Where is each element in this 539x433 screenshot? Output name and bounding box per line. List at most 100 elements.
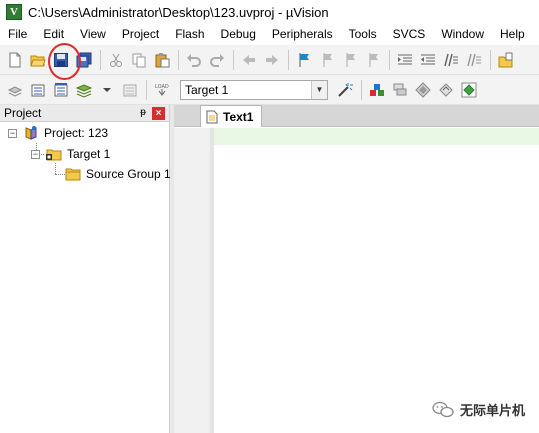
menu-file[interactable]: File — [0, 24, 35, 45]
indent-button[interactable] — [394, 49, 416, 71]
unindent-icon — [421, 54, 435, 64]
stop-build-button[interactable] — [119, 79, 141, 101]
translate-icon — [7, 85, 23, 97]
project-panel: Project ᵽ × − Project: 123 − Target 1 So… — [0, 105, 171, 433]
clear-bookmarks-button[interactable] — [362, 49, 384, 71]
arrow-left-icon — [243, 54, 255, 65]
new-file-button[interactable] — [4, 49, 26, 71]
menu-tools[interactable]: Tools — [341, 24, 385, 45]
comment-button[interactable] — [440, 49, 462, 71]
menu-peripherals[interactable]: Peripherals — [264, 24, 341, 45]
unindent-button[interactable] — [417, 49, 439, 71]
collapse-toggle[interactable]: − — [8, 128, 17, 138]
build-toolbar: LOAD Target 1 ▼ — [0, 75, 539, 105]
undo-button[interactable] — [183, 49, 205, 71]
uncomment-button[interactable] — [463, 49, 485, 71]
toolbar-separator — [233, 49, 234, 70]
target-folder-icon — [45, 146, 63, 162]
pin-icon[interactable]: ᵽ — [137, 107, 149, 119]
wechat-icon — [432, 401, 454, 417]
chevron-down-icon[interactable]: ▼ — [311, 80, 327, 99]
prev-bookmark-button[interactable] — [316, 49, 338, 71]
tab-label: Text1 — [223, 109, 254, 124]
open-file-button[interactable] — [27, 49, 49, 71]
redo-button[interactable] — [206, 49, 228, 71]
build-button[interactable] — [27, 79, 49, 101]
insert-bookmark-button[interactable] — [293, 49, 315, 71]
editor-area: Text1 — [174, 105, 539, 433]
panel-title: Project — [4, 106, 42, 120]
fold-margin — [210, 128, 214, 433]
toolbar-separator — [288, 49, 289, 70]
copy-button[interactable] — [128, 49, 150, 71]
toolbar-separator — [146, 79, 147, 100]
manage-components-button[interactable] — [366, 79, 388, 101]
editor-tab-strip: Text1 — [174, 105, 539, 127]
title-bar: V C:\Users\Administrator\Desktop\123.uvp… — [0, 0, 539, 24]
tree-item-target[interactable]: − Target 1 — [31, 145, 110, 163]
components-icon — [370, 83, 384, 96]
annotation-circle — [48, 43, 81, 80]
tab-text1[interactable]: Text1 — [200, 105, 262, 127]
find-in-files-button[interactable] — [495, 49, 517, 71]
uvision-app-icon[interactable]: V — [6, 4, 22, 20]
rte-button[interactable] — [458, 79, 480, 101]
menu-window[interactable]: Window — [433, 24, 492, 45]
line-number-gutter — [174, 128, 210, 433]
toolbar-separator — [100, 49, 101, 70]
batch-build-dropdown[interactable] — [96, 79, 118, 101]
nav-forward-button[interactable] — [261, 49, 283, 71]
menu-svcs[interactable]: SVCS — [385, 24, 434, 45]
file-extensions-button[interactable] — [389, 79, 411, 101]
toolbar-separator — [389, 49, 390, 70]
paste-icon — [155, 52, 170, 67]
find-in-files-icon — [498, 52, 513, 67]
menu-edit[interactable]: Edit — [35, 24, 72, 45]
collapse-toggle[interactable]: − — [31, 149, 40, 159]
green-diamond-icon — [461, 82, 477, 97]
stop-build-icon — [123, 84, 137, 96]
current-line-highlight[interactable] — [214, 128, 539, 145]
bookmark-clear-icon — [369, 52, 378, 67]
toolbar-separator — [178, 49, 179, 70]
undo-icon — [187, 53, 201, 67]
nav-back-button[interactable] — [238, 49, 260, 71]
rebuild-button[interactable] — [50, 79, 72, 101]
paste-button[interactable] — [151, 49, 173, 71]
bookmark-flag-icon — [299, 52, 309, 67]
next-bookmark-button[interactable] — [339, 49, 361, 71]
target-select[interactable]: Target 1 ▼ — [180, 79, 328, 100]
folder-icon — [64, 166, 82, 182]
target-select-value: Target 1 — [185, 82, 229, 97]
toolbar-separator — [490, 49, 491, 70]
close-panel-button[interactable]: × — [152, 107, 165, 120]
redo-icon — [210, 53, 224, 67]
menu-flash[interactable]: Flash — [167, 24, 212, 45]
tree-line — [55, 163, 56, 174]
tree-item-project[interactable]: − Project: 123 — [8, 124, 108, 142]
translate-button[interactable] — [4, 79, 26, 101]
build-icon — [31, 84, 45, 96]
chevron-down-icon — [103, 87, 111, 92]
tree-item-source-group[interactable]: Source Group 1 — [64, 165, 171, 183]
rebuild-icon — [54, 82, 68, 96]
pack-diamond-icon — [415, 81, 431, 98]
pack-installer-button[interactable] — [435, 79, 457, 101]
watermark: 无际单片机 — [432, 400, 525, 419]
source-group-label: Source Group 1 — [86, 167, 171, 181]
uncomment-icon — [467, 53, 481, 66]
menu-debug[interactable]: Debug — [213, 24, 264, 45]
target-options-button[interactable] — [334, 79, 356, 101]
watermark-text: 无际单片机 — [460, 403, 526, 418]
select-packs-button[interactable] — [412, 79, 434, 101]
menu-view[interactable]: View — [72, 24, 114, 45]
download-button[interactable]: LOAD — [151, 79, 173, 101]
menu-project[interactable]: Project — [114, 24, 167, 45]
open-folder-icon — [30, 55, 46, 66]
batch-build-icon — [76, 83, 92, 98]
menu-help[interactable]: Help — [492, 24, 533, 45]
window-title: C:\Users\Administrator\Desktop\123.uvpro… — [28, 4, 329, 20]
cut-button[interactable] — [105, 49, 127, 71]
magic-wand-icon — [338, 82, 353, 97]
batch-build-button[interactable] — [73, 79, 95, 101]
